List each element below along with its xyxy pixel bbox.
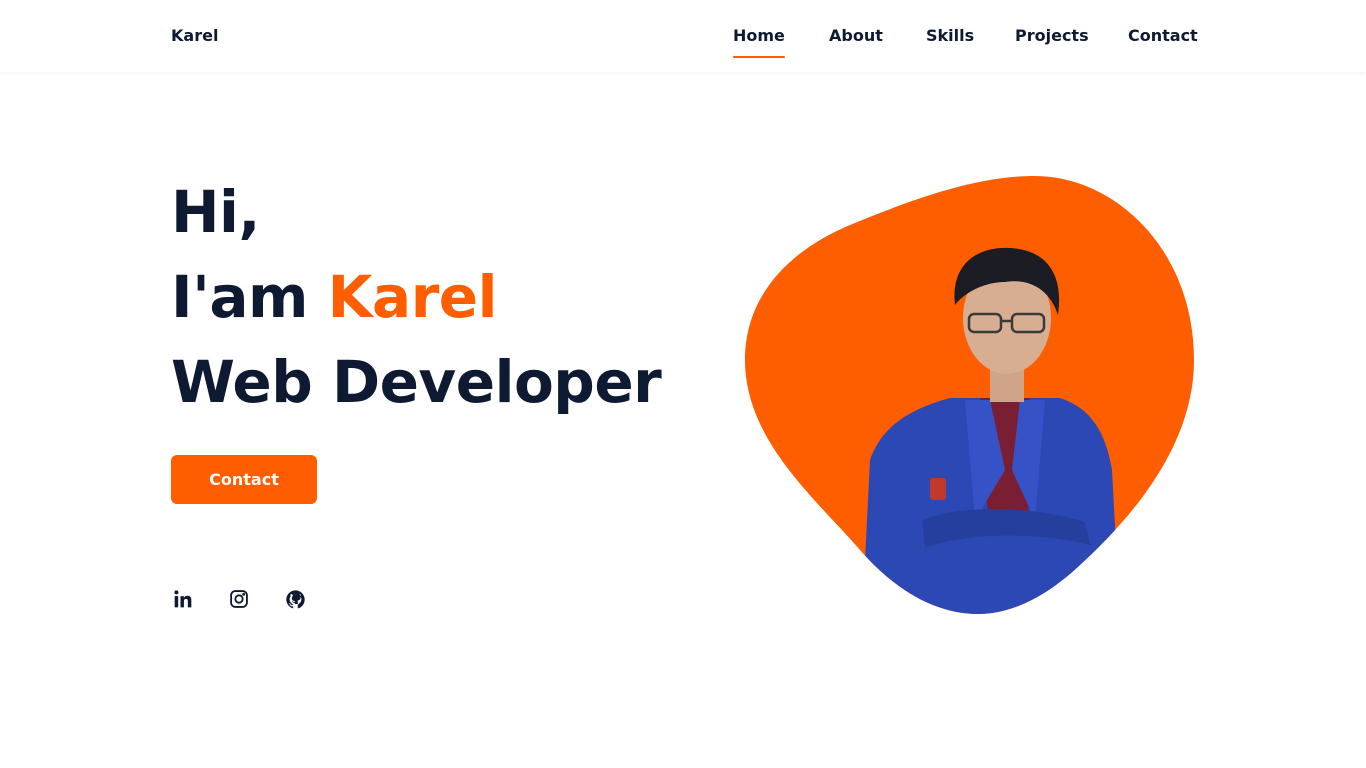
hero-intro: I'am Karel: [171, 255, 661, 340]
nav-projects[interactable]: Projects: [1015, 26, 1089, 46]
instagram-icon[interactable]: [227, 587, 251, 611]
github-icon[interactable]: [283, 587, 307, 611]
linkedin-icon[interactable]: [171, 587, 195, 611]
nav-home[interactable]: Home: [733, 26, 785, 58]
hero-title: Hi, I'am Karel Web Developer: [171, 170, 662, 425]
main-nav: Home About Skills Projects Contact: [0, 26, 1366, 66]
hero-greeting: Hi,: [171, 178, 260, 246]
hero-name: Karel: [327, 263, 498, 331]
nav-about[interactable]: About: [829, 26, 883, 46]
contact-button[interactable]: Contact: [171, 455, 317, 504]
nav-contact[interactable]: Contact: [1128, 26, 1198, 46]
hero-image: [740, 170, 1200, 620]
site-header: Karel Home About Skills Projects Contact: [0, 0, 1366, 72]
nav-skills[interactable]: Skills: [926, 26, 974, 46]
profile-photo: [745, 176, 1194, 614]
hero-intro-prefix: I'am: [171, 263, 328, 331]
hero-role: Web Developer: [171, 348, 662, 416]
